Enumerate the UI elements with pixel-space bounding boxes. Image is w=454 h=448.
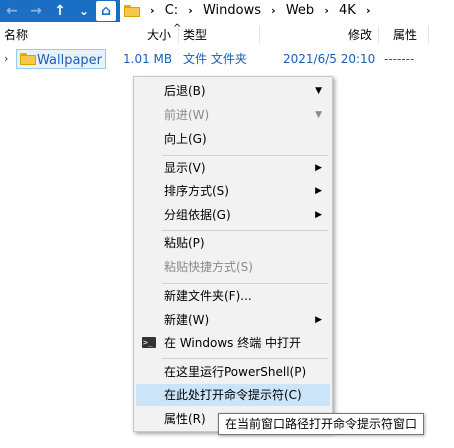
column-header-name[interactable]: 名称: [4, 24, 28, 46]
column-header-row: 名称 大小 ^ 类型 修改 属性: [0, 23, 454, 46]
menu-item-back[interactable]: 后退(B) ▼: [136, 80, 330, 102]
breadcrumb-separator[interactable]: ›: [318, 0, 335, 22]
menu-item-run-powershell[interactable]: 在这里运行PowerShell(P): [136, 361, 330, 383]
menu-item-up[interactable]: 向上(G): [136, 128, 330, 150]
menu-item-group-by[interactable]: 分组依据(G) ▶: [136, 204, 330, 226]
menu-item-paste[interactable]: 粘贴(P): [136, 232, 330, 254]
menu-item-new-folder[interactable]: 新建文件夹(F)...: [136, 285, 330, 307]
row-type: 文件 文件夹: [183, 52, 247, 66]
terminal-icon: [142, 332, 156, 354]
breadcrumb-separator[interactable]: ›: [265, 0, 282, 22]
address-field[interactable]: › C: › Windows › Web › 4K ›: [120, 0, 454, 22]
expand-chevron-icon[interactable]: ›: [4, 48, 8, 70]
submenu-arrow-icon: ▶: [315, 186, 322, 196]
menu-item-label: 新建文件夹(F)...: [164, 289, 252, 303]
context-menu: 后退(B) ▼ 前进(W) ▼ 向上(G) 显示(V) ▶ 排序方式(S) ▶ …: [133, 76, 333, 432]
menu-item-paste-shortcut[interactable]: 粘贴快捷方式(S): [136, 256, 330, 278]
menu-item-new[interactable]: 新建(W) ▶: [136, 309, 330, 331]
submenu-arrow-icon: ▶: [315, 163, 322, 173]
column-header-size[interactable]: 大小: [147, 24, 171, 46]
up-arrow-icon[interactable]: ↑: [50, 1, 70, 21]
breadcrumb-item-windows[interactable]: Windows: [203, 0, 261, 22]
breadcrumb-item-web[interactable]: Web: [286, 0, 314, 22]
menu-item-view[interactable]: 显示(V) ▶: [136, 157, 330, 179]
menu-item-label: 前进(W): [164, 108, 210, 122]
back-arrow-icon[interactable]: ←: [2, 1, 22, 21]
menu-item-open-in-terminal[interactable]: 在 Windows 终端 中打开: [136, 332, 330, 354]
menu-item-label: 向上(G): [164, 132, 207, 146]
breadcrumb-separator[interactable]: ›: [144, 0, 161, 22]
folder-icon: [124, 5, 140, 17]
folder-icon: [20, 53, 36, 65]
breadcrumb-separator[interactable]: ›: [182, 0, 199, 22]
column-header-attributes[interactable]: 属性: [393, 24, 417, 46]
history-dropdown-icon[interactable]: ⌄: [74, 1, 94, 21]
menu-item-label: 粘贴快捷方式(S): [164, 260, 253, 274]
menu-item-label: 后退(B): [164, 84, 206, 98]
submenu-arrow-icon: ▶: [315, 210, 322, 220]
menu-item-label: 排序方式(S): [164, 184, 229, 198]
row-name-cell[interactable]: Wallpaper: [16, 49, 106, 69]
dropdown-arrow-icon: ▼: [315, 86, 322, 96]
home-icon[interactable]: ⌂: [96, 1, 116, 21]
row-size: 1.01 MB: [123, 52, 173, 66]
menu-item-forward[interactable]: 前进(W) ▼: [136, 104, 330, 126]
forward-arrow-icon[interactable]: →: [26, 1, 46, 21]
row-attributes: -------: [384, 52, 415, 66]
menu-item-label: 分组依据(G): [164, 208, 231, 222]
row-modified: 2021/6/5 20:10: [283, 52, 376, 66]
menu-item-sort-by[interactable]: 排序方式(S) ▶: [136, 180, 330, 202]
menu-item-label: 显示(V): [164, 161, 206, 175]
menu-item-label: 在此处打开命令提示符(C): [164, 388, 302, 402]
row-name: Wallpaper: [37, 53, 103, 68]
menu-item-label: 新建(W): [164, 313, 210, 327]
submenu-arrow-icon: ▶: [315, 315, 322, 325]
tooltip: 在当前窗口路径打开命令提示符窗口: [218, 413, 424, 435]
tooltip-text: 在当前窗口路径打开命令提示符窗口: [225, 417, 418, 431]
address-bar: ← → ↑ ⌄ ⌂ › C: › Windows › Web › 4K ›: [0, 0, 454, 22]
dropdown-arrow-icon: ▼: [315, 110, 322, 120]
menu-item-open-command-prompt[interactable]: 在此处打开命令提示符(C): [136, 384, 330, 406]
breadcrumb-item-4k[interactable]: 4K: [339, 0, 356, 22]
menu-item-label: 属性(R): [164, 412, 206, 426]
table-row[interactable]: › Wallpaper 1.01 MB 文件 文件夹 2021/6/5 20:1…: [0, 48, 454, 70]
menu-item-label: 粘贴(P): [164, 236, 205, 250]
column-header-type[interactable]: 类型: [183, 24, 207, 46]
breadcrumb-separator[interactable]: ›: [360, 0, 377, 22]
menu-item-label: 在 Windows 终端 中打开: [164, 336, 302, 350]
column-header-modified[interactable]: 修改: [348, 24, 372, 46]
menu-item-label: 在这里运行PowerShell(P): [164, 365, 307, 379]
